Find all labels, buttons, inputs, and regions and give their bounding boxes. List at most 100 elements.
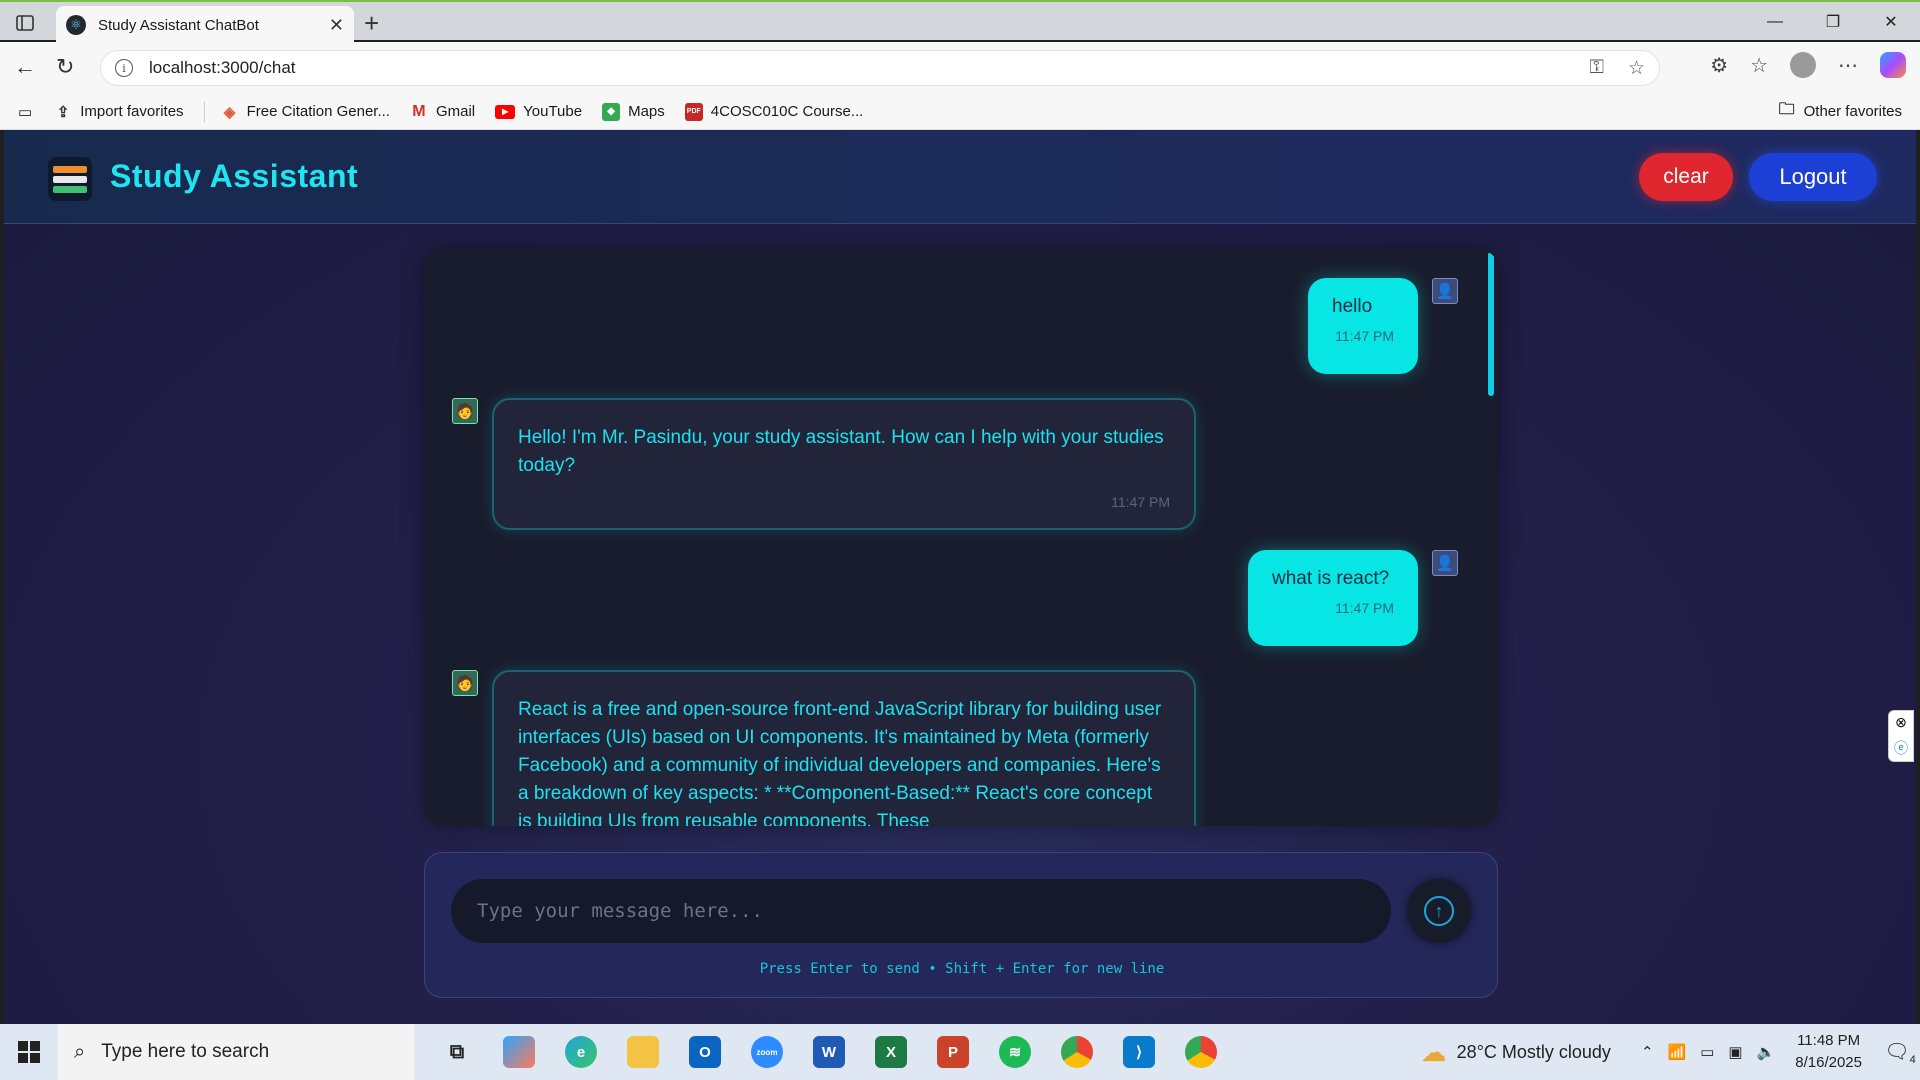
favorites-icon[interactable]: ☆: [1750, 53, 1768, 78]
refresh-icon[interactable]: ↻: [56, 54, 74, 80]
back-icon[interactable]: ←: [14, 54, 36, 80]
url-field[interactable]: i localhost:3000/chat ⚿ ☆: [100, 50, 1660, 86]
side-widget[interactable]: ⊗ ⓔ: [1888, 710, 1914, 762]
vscode-icon[interactable]: ⟩: [1108, 1024, 1170, 1080]
system-tray: ☁ 28°C Mostly cloudy ⌃ 📶 ▭ ▣ 🔈 11:48 PM …: [1421, 1024, 1920, 1080]
bookmark-maps[interactable]: ◆ Maps: [602, 102, 665, 121]
outlook-icon[interactable]: O: [674, 1024, 736, 1080]
profile-avatar[interactable]: [1790, 52, 1816, 78]
notification-icon[interactable]: 🗨4: [1880, 1039, 1920, 1066]
scrollbar-thumb[interactable]: [1488, 252, 1494, 396]
app-title: Study Assistant: [110, 158, 359, 194]
other-favorites-label: Other favorites: [1803, 103, 1902, 120]
zoom-icon[interactable]: zoom: [736, 1024, 798, 1080]
extensions-icon[interactable]: ⚙: [1710, 53, 1728, 78]
powerpoint-icon[interactable]: P: [922, 1024, 984, 1080]
bookmark-label: Gmail: [435, 103, 476, 120]
excel-icon[interactable]: X: [860, 1024, 922, 1080]
user-message-bubble: hello 11:47 PM: [1308, 278, 1418, 374]
other-favorites[interactable]: 🗀 Other favorites: [1778, 101, 1902, 121]
bot-avatar-icon: 🧑: [452, 398, 478, 424]
youtube-icon: ▶: [495, 104, 516, 119]
message-input[interactable]: [451, 879, 1391, 943]
cloudy-weather-icon: ☁: [1420, 1036, 1447, 1067]
message-row-bot: 🧑 Hello! I'm Mr. Pasindu, your study ass…: [452, 398, 1196, 530]
bookmark-gmail[interactable]: M Gmail: [410, 103, 475, 121]
bookmark-label: Import favorites: [80, 103, 184, 120]
send-button[interactable]: ↑: [1407, 879, 1471, 943]
new-tab-icon[interactable]: +: [364, 8, 379, 39]
copilot-taskbar-icon[interactable]: [488, 1024, 550, 1080]
word-icon[interactable]: W: [798, 1024, 860, 1080]
chrome-icon[interactable]: [1046, 1024, 1108, 1080]
bookmarks-bar: ▭ ⇪ Import favorites ◈ Free Citation Gen…: [0, 94, 1920, 130]
taskbar-clock[interactable]: 11:48 PM 8/16/2025: [1795, 1030, 1862, 1074]
bookmark-youtube[interactable]: ▶ YouTube: [495, 103, 582, 120]
address-bar-row: ← ↻ i localhost:3000/chat ⚿ ☆ ⚙ ☆ ⋯: [0, 42, 1920, 94]
restore-icon[interactable]: ❐: [1804, 4, 1862, 40]
notification-count: 4: [1909, 1053, 1916, 1066]
task-view-icon[interactable]: ⧉: [426, 1024, 488, 1080]
display-icon[interactable]: ▣: [1728, 1043, 1742, 1061]
chat-messages-panel[interactable]: hello 11:47 PM 👤 🧑 Hello! I'm Mr. Pasind…: [424, 250, 1498, 826]
bookmark-citation[interactable]: ◈ Free Citation Gener...: [221, 103, 390, 121]
site-info-icon[interactable]: i: [115, 59, 133, 77]
tab-title: Study Assistant ChatBot: [98, 16, 259, 34]
maps-icon: ◆: [602, 102, 621, 121]
clock-date: 8/16/2025: [1795, 1054, 1862, 1071]
taskbar: ⌕ Type here to search ⧉ e O zoom W X P ≋…: [0, 1024, 1920, 1080]
volume-icon[interactable]: 🔈: [1757, 1043, 1776, 1061]
edge-icon[interactable]: e: [550, 1024, 612, 1080]
start-button[interactable]: [0, 1024, 58, 1080]
url-text: localhost:3000/chat: [149, 58, 296, 77]
bookmark-course-pdf[interactable]: PDF 4COSC010C Course...: [684, 102, 863, 121]
app-viewport: Study Assistant clear Logout hello 11:47…: [4, 130, 1916, 1024]
browser-tab[interactable]: ⚛ Study Assistant ChatBot ✕: [56, 6, 354, 44]
battery-icon[interactable]: ▭: [1700, 1043, 1714, 1061]
wifi-icon[interactable]: 📶: [1668, 1043, 1687, 1061]
app-header: Study Assistant clear Logout: [4, 130, 1916, 224]
clear-button[interactable]: clear: [1639, 153, 1733, 201]
minimize-icon[interactable]: —: [1746, 4, 1804, 40]
bookmark-separator: [203, 101, 205, 122]
pdf-icon: PDF: [684, 102, 703, 121]
logout-button[interactable]: Logout: [1749, 153, 1877, 201]
bot-avatar-icon: 🧑: [452, 670, 478, 696]
bot-message-bubble: React is a free and open-source front-en…: [492, 670, 1196, 826]
chrome-profile-icon[interactable]: [1170, 1024, 1232, 1080]
bookmark-label: Free Citation Gener...: [246, 103, 390, 120]
bookmark-label: Maps: [628, 103, 665, 120]
gmail-icon: M: [412, 102, 426, 120]
message-row-user: hello 11:47 PM 👤: [1308, 278, 1458, 374]
spotify-icon[interactable]: ≋: [984, 1024, 1046, 1080]
close-tab-icon[interactable]: ✕: [329, 15, 344, 36]
taskbar-search[interactable]: ⌕ Type here to search: [58, 1024, 414, 1080]
message-row-bot: 🧑 React is a free and open-source front-…: [452, 670, 1196, 826]
message-row-user: what is react? 11:47 PM 👤: [1248, 550, 1458, 646]
message-text: React is a free and open-source front-en…: [518, 699, 1162, 826]
search-placeholder: Type here to search: [101, 1041, 270, 1062]
books-logo-icon: [48, 157, 92, 201]
windows-icon: [18, 1041, 40, 1063]
browser-titlebar: ⚛ Study Assistant ChatBot ✕ + — ❐ ✕: [0, 0, 1920, 44]
weather-widget[interactable]: ☁ 28°C Mostly cloudy: [1421, 1037, 1611, 1068]
chevron-up-icon[interactable]: ⌃: [1641, 1043, 1654, 1061]
copilot-icon[interactable]: [1880, 52, 1906, 78]
message-text: hello: [1332, 296, 1373, 317]
close-widget-icon[interactable]: ⊗: [1895, 714, 1907, 731]
clock-time: 11:48 PM: [1797, 1032, 1861, 1049]
file-explorer-icon[interactable]: [612, 1024, 674, 1080]
arrow-up-icon: ↑: [1424, 896, 1454, 926]
close-window-icon[interactable]: ✕: [1862, 4, 1920, 40]
import-icon: ⇪: [56, 103, 70, 121]
favorite-star-icon[interactable]: ☆: [1628, 57, 1645, 80]
bookmark-import-favorites[interactable]: ⇪ Import favorites: [54, 103, 184, 121]
more-menu-icon[interactable]: ⋯: [1838, 53, 1858, 78]
tab-actions-icon[interactable]: [12, 10, 38, 36]
message-time: 11:47 PM: [1335, 600, 1394, 616]
key-icon[interactable]: ⚿: [1589, 57, 1603, 79]
user-avatar-icon: 👤: [1432, 278, 1458, 304]
sidebar-toggle-icon[interactable]: ▭: [18, 103, 32, 121]
message-time: 11:47 PM: [1335, 328, 1394, 344]
widget-e-icon[interactable]: ⓔ: [1894, 738, 1908, 758]
